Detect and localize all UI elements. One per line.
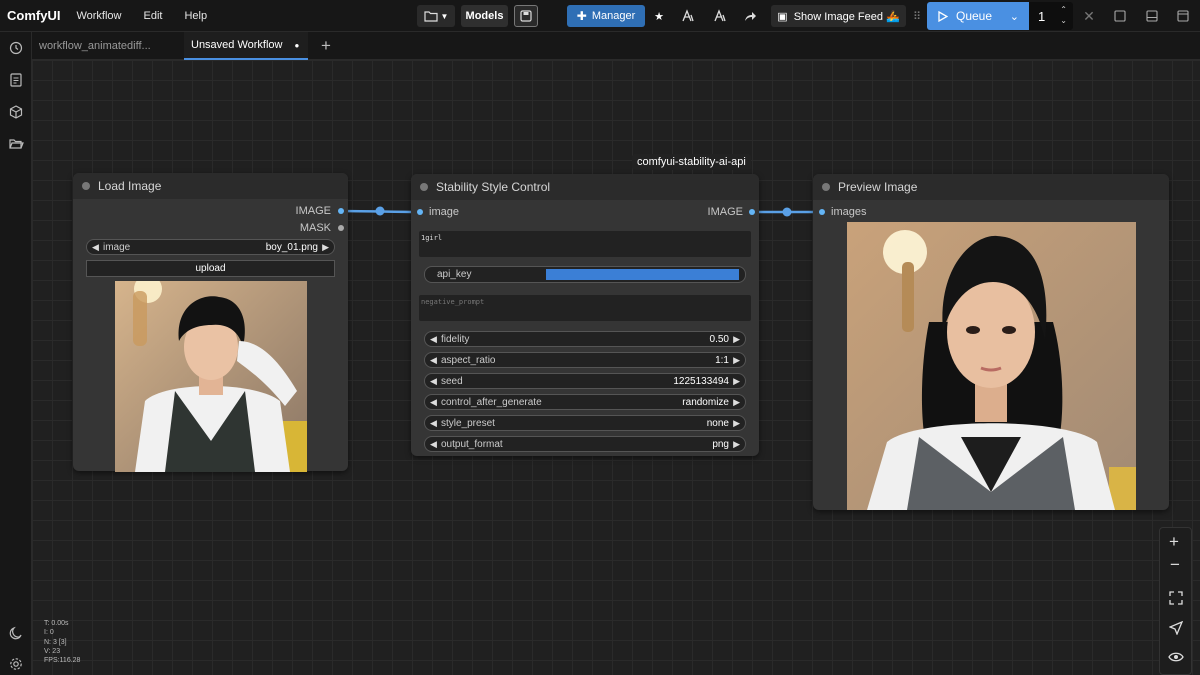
- widget-label: seed: [441, 376, 463, 387]
- output-image-label: IMAGE: [707, 206, 743, 218]
- render-stats: T: 0.00s I: 0 N: 3 [3] V: 23 FPS:116.28: [44, 619, 80, 665]
- widget-label: aspect_ratio: [441, 355, 496, 366]
- node-header[interactable]: Load Image: [73, 173, 348, 199]
- widget-label: fidelity: [441, 334, 470, 345]
- arrow-left-icon[interactable]: ◀: [92, 242, 99, 253]
- arrow-left-icon[interactable]: ◀: [430, 439, 437, 450]
- input-image-label: image: [429, 206, 459, 218]
- preview-image-node[interactable]: Preview Image images: [813, 174, 1169, 510]
- prompt-textarea[interactable]: 1girl: [419, 231, 751, 257]
- load-image-node[interactable]: Load Image IMAGE MASK ◀ image boy_01.png…: [73, 173, 348, 472]
- aspect-ratio-widget[interactable]: ◀ aspect_ratio 1:1 ▶: [424, 352, 746, 368]
- widget-label: api_key: [437, 269, 472, 280]
- widget-label: control_after_generate: [441, 397, 542, 408]
- style-preset-widget[interactable]: ◀ style_preset none ▶: [424, 415, 746, 431]
- eye-visibility-icon[interactable]: [1168, 651, 1184, 663]
- output-mask-slot[interactable]: [338, 225, 344, 231]
- stat-time: T: 0.00s: [44, 620, 69, 627]
- node-header[interactable]: Stability Style Control: [411, 174, 759, 200]
- arrow-left-icon[interactable]: ◀: [430, 334, 437, 345]
- arrow-left-icon[interactable]: ◀: [430, 418, 437, 429]
- arrow-right-icon[interactable]: ▶: [733, 376, 740, 387]
- stability-style-control-node[interactable]: Stability Style Control image IMAGE 1gir…: [411, 174, 759, 456]
- node-title: Load Image: [98, 179, 162, 193]
- output-image-slot[interactable]: [338, 208, 344, 214]
- arrow-right-icon[interactable]: ▶: [322, 242, 329, 253]
- api-key-widget[interactable]: api_key: [424, 266, 746, 283]
- arrow-right-icon[interactable]: ▶: [733, 439, 740, 450]
- stat-fps: FPS:116.28: [44, 657, 81, 665]
- output-image-label: IMAGE: [295, 205, 331, 217]
- arrow-right-icon[interactable]: ▶: [733, 418, 740, 429]
- node-collapse-dot[interactable]: [82, 182, 90, 190]
- canvas-controls: + −: [1159, 527, 1192, 675]
- generated-image-preview: [847, 222, 1136, 510]
- seed-widget[interactable]: ◀ seed 1225133494 ▶: [424, 373, 746, 389]
- node-source-badge: comfyui-stability-ai-api: [632, 154, 751, 170]
- output-format-widget[interactable]: ◀ output_format png ▶: [424, 436, 746, 452]
- stat-nodes: N: 3 [3]: [44, 638, 67, 646]
- widget-value: 1225133494: [673, 376, 729, 387]
- stat-i: I: 0: [44, 629, 54, 637]
- arrow-right-icon[interactable]: ▶: [733, 397, 740, 408]
- node-title: Preview Image: [838, 180, 918, 194]
- loaded-image-preview: [115, 281, 307, 472]
- upload-button[interactable]: upload: [86, 260, 335, 277]
- arrow-left-icon[interactable]: ◀: [430, 397, 437, 408]
- widget-value: 0.50: [709, 334, 729, 345]
- arrow-left-icon[interactable]: ◀: [430, 376, 437, 387]
- widget-label: output_format: [441, 439, 503, 450]
- zoom-in-plus-icon[interactable]: +: [1169, 532, 1179, 552]
- arrow-right-icon[interactable]: ▶: [733, 334, 740, 345]
- node-collapse-dot[interactable]: [822, 183, 830, 191]
- select-pointer-icon[interactable]: [1169, 621, 1183, 635]
- fidelity-widget[interactable]: ◀ fidelity 0.50 ▶: [424, 331, 746, 347]
- negative-prompt-textarea[interactable]: negative_prompt: [419, 295, 751, 321]
- output-image-slot[interactable]: [749, 209, 755, 215]
- widget-value: none: [706, 418, 729, 429]
- arrow-left-icon[interactable]: ◀: [430, 355, 437, 366]
- widget-value: 1:1: [715, 355, 729, 366]
- input-images-label: images: [831, 206, 867, 218]
- stat-v: V: 23: [44, 647, 61, 655]
- widget-value: boy_01.png: [265, 242, 318, 253]
- widget-label: image: [103, 242, 131, 253]
- output-mask-label: MASK: [299, 222, 331, 234]
- node-title: Stability Style Control: [436, 180, 551, 194]
- fit-view-icon[interactable]: [1169, 591, 1183, 605]
- input-images-slot[interactable]: [819, 209, 825, 215]
- api-key-value-field[interactable]: [546, 269, 739, 280]
- control-after-generate-widget[interactable]: ◀ control_after_generate randomize ▶: [424, 394, 746, 410]
- node-header[interactable]: Preview Image: [813, 174, 1169, 200]
- image-select-widget[interactable]: ◀ image boy_01.png ▶: [86, 239, 335, 255]
- arrow-right-icon[interactable]: ▶: [733, 355, 740, 366]
- widget-value: randomize: [682, 397, 729, 408]
- widget-label: style_preset: [441, 418, 495, 429]
- widget-value: png: [712, 439, 729, 450]
- zoom-out-minus-icon[interactable]: −: [1170, 555, 1180, 575]
- input-image-slot[interactable]: [417, 209, 423, 215]
- node-collapse-dot[interactable]: [420, 183, 428, 191]
